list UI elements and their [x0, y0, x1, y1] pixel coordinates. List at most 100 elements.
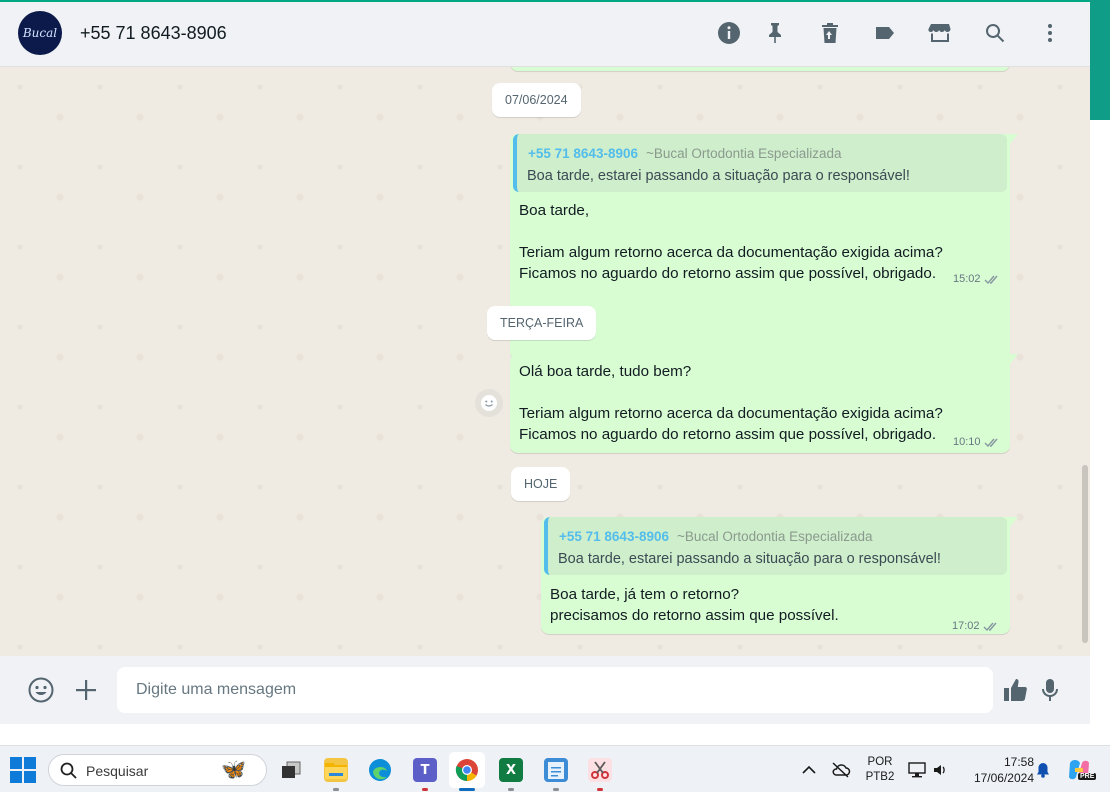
avatar-logo-text: Bucal [22, 26, 58, 40]
info-icon[interactable] [713, 17, 745, 49]
windows-start-button[interactable] [10, 757, 36, 783]
outgoing-message[interactable]: Olá boa tarde, tudo bem? Teriam algum re… [510, 354, 1018, 453]
message-time: 17:02 [952, 620, 980, 632]
taskbar-search-label: Pesquisar [86, 763, 149, 779]
catalog-icon[interactable] [924, 17, 956, 49]
date-separator: HOJE [511, 467, 571, 501]
folder-icon [325, 763, 347, 779]
window-bottom-gap [0, 724, 1090, 745]
message-text-line: Olá boa tarde, tudo bem? [519, 363, 692, 380]
chrome-icon [455, 759, 478, 781]
taskbar-app-edge[interactable] [362, 752, 398, 788]
scissors-icon [591, 761, 609, 779]
contact-name[interactable]: +55 71 8643-8906 [80, 23, 227, 44]
date-separator: 07/06/2024 [492, 83, 581, 117]
message-meta: 15:02 [953, 269, 1000, 290]
header-accent-bar [0, 0, 1090, 2]
copilot-preview-badge: PRE [1078, 773, 1097, 780]
notifications-button[interactable] [1034, 746, 1052, 792]
quoted-author-group: ~Bucal Ortodontia Especializada [676, 529, 873, 544]
quoted-author-group: ~Bucal Ortodontia Especializada [645, 146, 842, 161]
network-icon [908, 761, 926, 777]
message-text-line: precisamos do retorno assim que possível… [550, 607, 839, 624]
cloud-off-icon [832, 761, 851, 778]
taskbar-app-snipping-tool[interactable] [582, 752, 618, 791]
quoted-author: +55 71 8643-8906 ~Bucal Ortodontia Especi… [528, 143, 841, 164]
language-code: POR [867, 755, 893, 768]
taskbar-app-excel[interactable]: X [493, 752, 529, 791]
taskbar-app-notepad[interactable] [538, 752, 574, 791]
double-check-icon [983, 622, 997, 632]
pin-icon[interactable] [759, 17, 791, 49]
edge-icon [369, 759, 391, 781]
chat-scrollbar[interactable] [1080, 67, 1090, 656]
bubble-tail [1010, 134, 1018, 144]
quoted-text: Boa tarde, estarei passando a situação p… [527, 168, 910, 184]
bubble-tail [1010, 354, 1018, 364]
react-emoji-button[interactable] [475, 389, 503, 417]
smiley-icon [481, 395, 497, 411]
message-composer [0, 656, 1090, 724]
date-separator: TERÇA-FEIRA [487, 306, 597, 340]
microphone-icon [1042, 679, 1058, 701]
chevron-up-icon [802, 765, 816, 774]
task-view-button[interactable] [273, 752, 309, 788]
outgoing-message[interactable]: +55 71 8643-8906 ~Bucal Ortodontia Especi… [541, 517, 1018, 637]
onedrive-status[interactable] [828, 746, 854, 792]
copilot-button[interactable]: PRE [1064, 746, 1097, 792]
message-meta: 10:10 [953, 432, 1000, 453]
message-text-line: Boa tarde, [519, 202, 590, 219]
show-hidden-icons-button[interactable] [798, 746, 820, 792]
chat-messages-area[interactable]: 07/06/2024 +55 71 8643-8906 ~Bucal Ortodo… [0, 67, 1090, 656]
message-meta: 17:02 [952, 616, 999, 637]
plus-icon [76, 680, 96, 700]
previous-message-bubble [510, 67, 1010, 71]
page-scrollbar-thumb[interactable] [1090, 0, 1110, 120]
clock-date: 17/06/2024 [973, 770, 1034, 785]
message-time: 10:10 [953, 436, 981, 448]
label-icon[interactable] [869, 17, 901, 49]
quoted-author-number: +55 71 8643-8906 [559, 529, 669, 544]
windows-taskbar: Pesquisar 🦋 T X POR PTB2 17:58 17/06/202… [0, 745, 1110, 792]
chat-header: Bucal +55 71 8643-8906 [0, 0, 1090, 67]
quoted-text: Boa tarde, estarei passando a situação p… [558, 551, 941, 567]
contact-avatar[interactable]: Bucal [18, 11, 62, 55]
notepad-icon [548, 762, 564, 779]
like-button[interactable] [1000, 675, 1030, 705]
chat-scrollbar-thumb[interactable] [1082, 465, 1088, 643]
message-text-line: Ficamos no aguardo do retorno assim que … [519, 426, 937, 443]
system-clock[interactable]: 17:58 17/06/2024 [960, 746, 1034, 792]
input-language-indicator[interactable]: POR PTB2 [862, 746, 898, 792]
message-text-line: Boa tarde, já tem o retorno? [550, 586, 740, 603]
message-time: 15:02 [953, 273, 981, 285]
quoted-message[interactable]: +55 71 8643-8906 ~Bucal Ortodontia Especi… [544, 517, 1007, 575]
quoted-author-number: +55 71 8643-8906 [528, 146, 638, 161]
keyboard-layout: PTB2 [865, 770, 895, 783]
taskbar-search-box[interactable]: Pesquisar 🦋 [48, 754, 267, 786]
emoji-icon [28, 677, 54, 703]
menu-icon[interactable] [1034, 17, 1066, 49]
double-check-icon [984, 438, 998, 448]
taskbar-app-teams[interactable]: T [407, 752, 443, 791]
butterfly-icon: 🦋 [221, 759, 246, 781]
message-text-line: Teriam algum retorno acerca da documenta… [519, 244, 943, 261]
thumbs-up-icon [1004, 679, 1027, 701]
bell-icon [1037, 762, 1049, 778]
taskbar-app-file-explorer[interactable] [318, 752, 354, 791]
quoted-author: +55 71 8643-8906 ~Bucal Ortodontia Especi… [559, 526, 872, 547]
emoji-button[interactable] [26, 675, 56, 705]
search-icon[interactable] [979, 17, 1011, 49]
delete-icon[interactable] [814, 17, 846, 49]
page-scrollbar[interactable] [1090, 0, 1110, 745]
voice-message-button[interactable] [1035, 675, 1065, 705]
volume-icon [934, 764, 945, 775]
attach-button[interactable] [71, 675, 101, 705]
message-text-line: Ficamos no aguardo do retorno assim que … [519, 265, 937, 282]
task-view-icon [282, 761, 301, 778]
message-text-line: Teriam algum retorno acerca da documenta… [519, 405, 943, 422]
message-input[interactable] [117, 667, 993, 713]
search-icon [60, 762, 77, 779]
network-volume-tray[interactable] [905, 746, 951, 792]
quoted-message[interactable]: +55 71 8643-8906 ~Bucal Ortodontia Especi… [513, 134, 1007, 192]
taskbar-app-chrome[interactable] [449, 752, 485, 791]
